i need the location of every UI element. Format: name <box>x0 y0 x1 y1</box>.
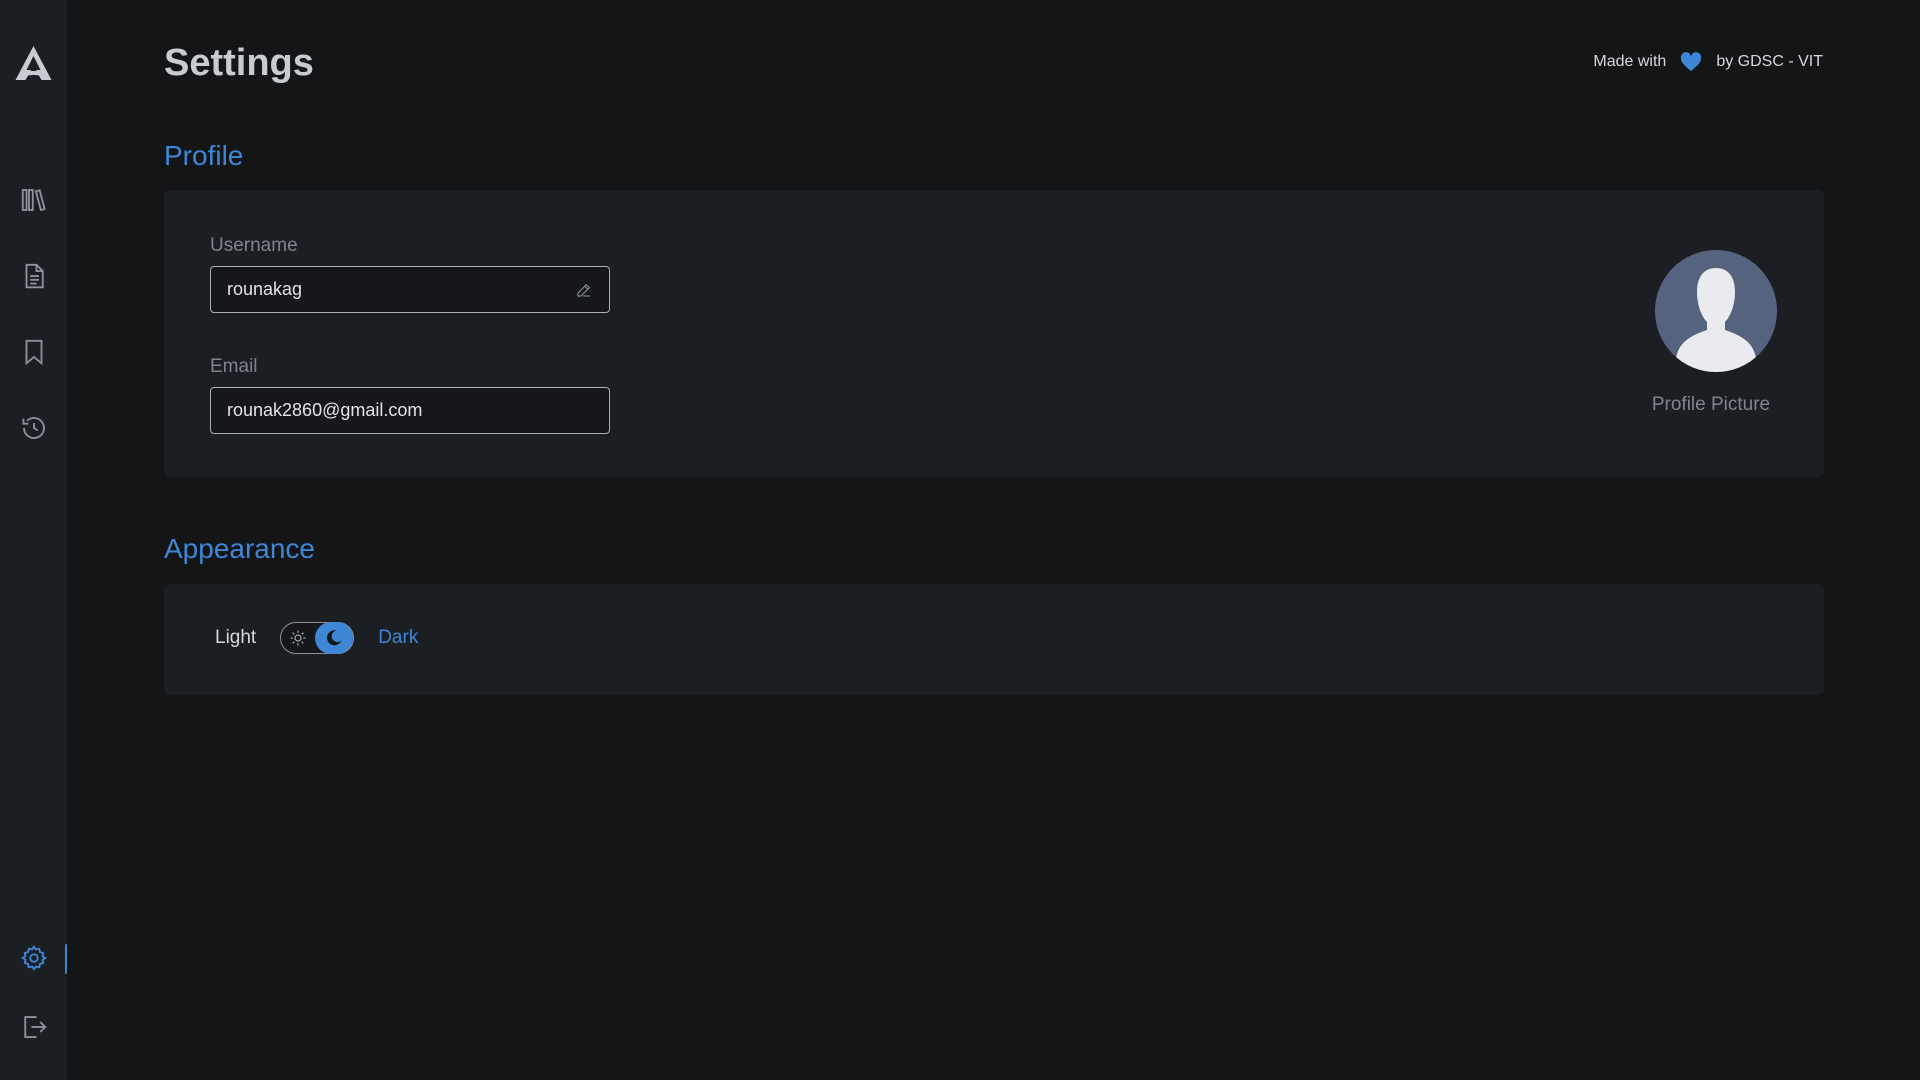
made-with-credit: Made with by GDSC - VIT <box>1593 52 1823 72</box>
profile-picture-label: Profile Picture <box>1651 394 1771 415</box>
heart-icon <box>1681 52 1702 72</box>
logout-icon <box>23 1016 47 1038</box>
appearance-card: Light Dark <box>164 584 1824 695</box>
bookmark-icon <box>25 339 42 366</box>
user-silhouette-icon <box>1673 268 1759 372</box>
pencil-icon[interactable] <box>575 281 593 299</box>
email-field[interactable]: rounak2860@gmail.com <box>210 387 610 434</box>
sidebar-item-history[interactable] <box>0 406 67 450</box>
app-logo-icon[interactable] <box>13 44 54 82</box>
sidebar-item-logout[interactable] <box>0 1005 67 1049</box>
document-icon <box>25 263 44 289</box>
avatar[interactable] <box>1655 250 1777 372</box>
gear-icon <box>20 945 47 971</box>
sidebar-item-bookmarks[interactable] <box>0 330 67 374</box>
made-with-prefix: Made with <box>1593 53 1667 70</box>
sidebar-item-library[interactable] <box>0 178 67 222</box>
sidebar-item-notes[interactable] <box>0 254 67 298</box>
dark-label[interactable]: Dark <box>378 627 418 649</box>
light-label[interactable]: Light <box>215 627 256 649</box>
appearance-section-title: Appearance <box>164 533 316 564</box>
email-value[interactable]: rounak2860@gmail.com <box>227 400 593 421</box>
toggle-knob[interactable] <box>315 622 354 654</box>
sidebar <box>0 0 67 1080</box>
email-label: Email <box>210 356 258 377</box>
username-label: Username <box>210 235 298 256</box>
theme-row: Light Dark <box>215 622 418 654</box>
active-indicator <box>65 944 67 974</box>
sun-icon <box>290 630 306 646</box>
history-icon <box>21 417 45 439</box>
sidebar-item-settings[interactable] <box>0 936 67 980</box>
made-with-suffix: by GDSC - VIT <box>1716 53 1823 70</box>
profile-picture[interactable]: Profile Picture <box>1652 250 1778 416</box>
profile-section-title: Profile <box>164 140 244 171</box>
theme-toggle[interactable] <box>280 622 355 654</box>
library-icon <box>21 189 46 212</box>
username-field[interactable]: rounakag <box>210 266 610 313</box>
username-value[interactable]: rounakag <box>227 279 575 300</box>
profile-card: Username rounakag Email rounak2860@gmail… <box>164 190 1824 477</box>
moon-icon <box>327 630 342 646</box>
page-title: Settings <box>164 42 314 84</box>
